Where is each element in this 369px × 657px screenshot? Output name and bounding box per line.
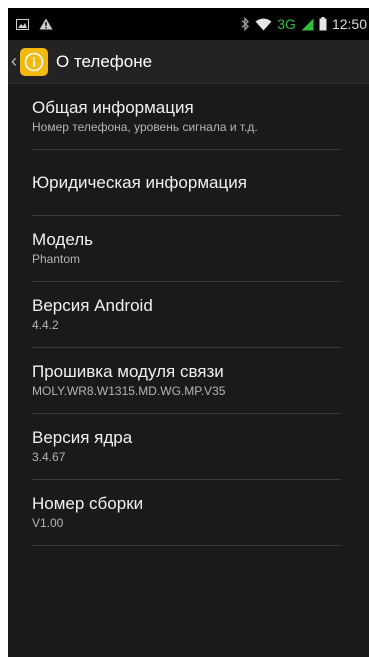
phone-screen: 3G 12:50 ‹ О телефоне Общая информация Н… [8, 8, 369, 657]
status-time: 12:50 [331, 16, 367, 32]
list-item-subtitle: Phantom [32, 252, 81, 266]
status-bar: 3G 12:50 [8, 8, 369, 40]
list-item-subtitle: 3.4.67 [32, 450, 66, 464]
list-item-subtitle: V1.00 [32, 516, 64, 530]
info-icon[interactable] [20, 47, 48, 76]
battery-icon [319, 17, 327, 31]
status-left [16, 18, 53, 30]
list-item-build-number[interactable]: Номер сборки V1.00 [32, 480, 341, 546]
back-chevron-icon[interactable]: ‹ [8, 51, 20, 72]
signal-icon [301, 18, 314, 31]
list-item-title: Версия ядра [32, 428, 133, 447]
action-bar: ‹ О телефоне [8, 40, 369, 84]
list-item-title: Модель [32, 230, 94, 249]
list-item-title: Версия Android [32, 296, 153, 315]
network-type-label: 3G [277, 16, 296, 32]
warning-icon [39, 18, 53, 30]
wifi-icon [255, 18, 272, 31]
list-item-legal-info[interactable]: Юридическая информация [32, 150, 341, 216]
list-item-baseband-version: Прошивка модуля связи MOLY.WR8.W1315.MD.… [32, 348, 341, 414]
page-title: О телефоне [56, 51, 153, 71]
list-item-title: Юридическая информация [32, 172, 247, 192]
status-right: 3G 12:50 [240, 16, 369, 32]
list-item-title: Общая информация [32, 98, 194, 117]
list-item-subtitle: Номер телефона, уровень сигнала и т.д. [32, 120, 258, 134]
list-item-title: Номер сборки [32, 494, 144, 513]
list-item-model: Модель Phantom [32, 216, 341, 282]
list-item-subtitle: 4.4.2 [32, 318, 59, 332]
bluetooth-icon [240, 17, 250, 31]
list-item-subtitle: MOLY.WR8.W1315.MD.WG.MP.V35 [32, 384, 226, 398]
list-item-title: Прошивка модуля связи [32, 362, 224, 381]
list-item-general-info[interactable]: Общая информация Номер телефона, уровень… [32, 84, 341, 150]
list-item-kernel-version: Версия ядра 3.4.67 [32, 414, 341, 480]
settings-list: Общая информация Номер телефона, уровень… [8, 84, 369, 546]
list-item-android-version[interactable]: Версия Android 4.4.2 [32, 282, 341, 348]
image-icon [16, 18, 29, 30]
